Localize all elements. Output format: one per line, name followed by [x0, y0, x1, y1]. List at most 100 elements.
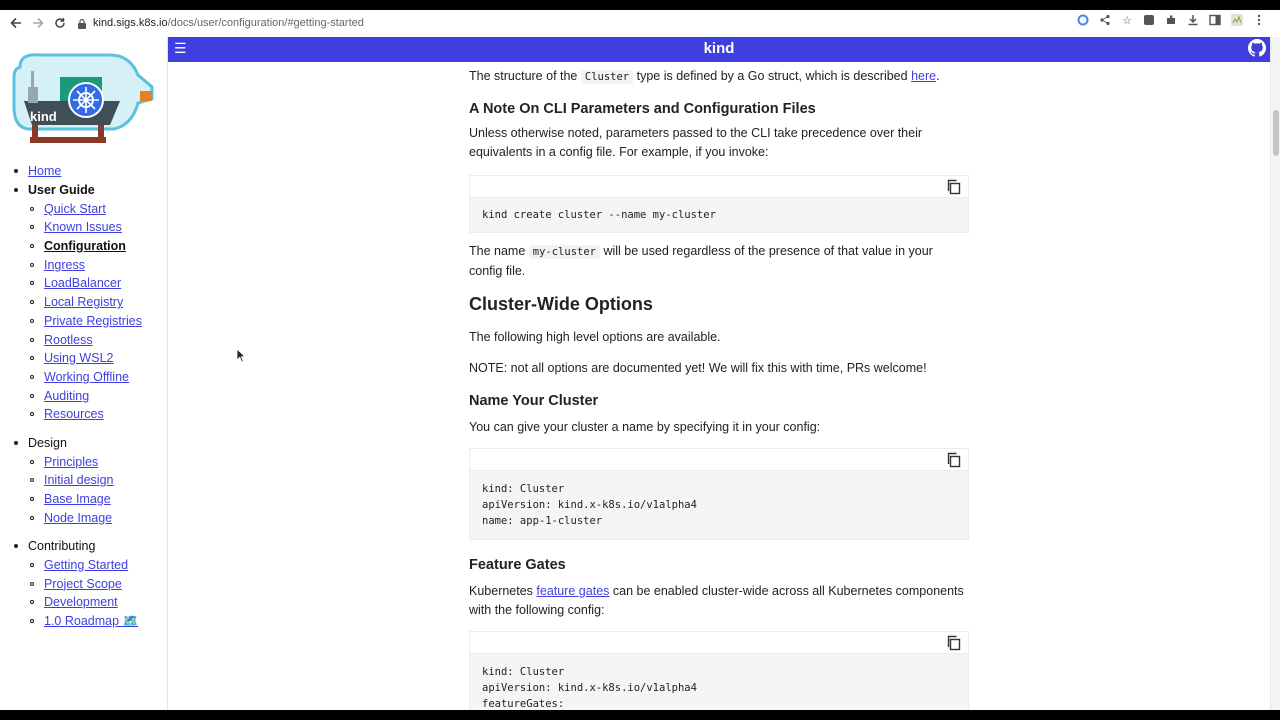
sidebar-item-auditing[interactable]: Auditing — [30, 386, 142, 405]
sidebar-item-known-issues[interactable]: Known Issues — [30, 218, 142, 237]
bullet-icon — [30, 412, 34, 417]
bullet-icon — [30, 515, 34, 520]
bullet-icon — [30, 300, 34, 305]
mouse-cursor-icon — [236, 348, 246, 363]
nav-group-design: Design Principles Initial design Base Im… — [14, 434, 142, 527]
bullet-icon — [30, 563, 34, 568]
puzzle-extensions-icon[interactable] — [1164, 13, 1178, 27]
bullet-icon — [30, 581, 34, 586]
inline-code: Cluster — [580, 70, 634, 84]
sidebar-item-development[interactable]: Development — [30, 593, 142, 612]
sidebar-item-initial-design[interactable]: Initial design — [30, 471, 142, 490]
sidebar-item-base-image[interactable]: Base Image — [30, 490, 142, 509]
feature-gates-heading: Feature Gates — [469, 557, 566, 573]
bullet-icon — [14, 440, 18, 445]
bullet-icon — [14, 188, 18, 193]
sidebar-item-working-offline[interactable]: Working Offline — [30, 368, 142, 387]
bullet-icon — [30, 600, 34, 605]
name-cluster-intro: You can give your cluster a name by spec… — [469, 420, 821, 434]
bullet-icon — [14, 544, 18, 549]
profile-avatar-icon[interactable] — [1230, 13, 1244, 27]
browser-extension-icons: ☆ — [1076, 13, 1266, 27]
sidebar-item-getting-started[interactable]: Getting Started — [30, 556, 142, 575]
sidebar-item-rootless[interactable]: Rootless — [30, 330, 142, 349]
name-paragraph: The name my-cluster will be used regardl… — [469, 244, 933, 278]
code-block-name: kind: Cluster apiVersion: kind.x-k8s.io/… — [469, 448, 969, 540]
sidebar-group-user-guide: User Guide — [14, 181, 142, 200]
site-header: ☰ kind — [168, 37, 1270, 62]
sidebar-item-using-wsl2[interactable]: Using WSL2 — [30, 349, 142, 368]
bullet-icon — [14, 169, 18, 174]
browser-window: kind.sigs.k8s.io/docs/user/configuration… — [0, 10, 1280, 710]
code-block-cli: kind create cluster --name my-cluster — [469, 175, 969, 233]
sidebar-item-node-image[interactable]: Node Image — [30, 508, 142, 527]
sidebar-item-private-registries[interactable]: Private Registries — [30, 312, 142, 331]
lock-icon — [78, 18, 86, 29]
bullet-icon — [30, 337, 34, 342]
copy-icon[interactable] — [946, 635, 962, 651]
logo-text: kind — [30, 109, 57, 124]
feature-gates-link[interactable]: feature gates — [536, 584, 609, 598]
bullet-icon — [30, 393, 34, 398]
intro-paragraph: The structure of the Cluster type is def… — [469, 69, 940, 84]
code-text: kind create cluster --name my-cluster — [482, 209, 716, 221]
address-bar[interactable]: kind.sigs.k8s.io/docs/user/configuration… — [77, 17, 364, 29]
bullet-icon — [30, 281, 34, 286]
code-block-feature-gates: kind: Cluster apiVersion: kind.x-k8s.io/… — [469, 631, 969, 710]
sidebar-item-local-registry[interactable]: Local Registry — [30, 293, 142, 312]
bullet-icon — [30, 459, 34, 464]
sidebar-group-design: Design — [14, 434, 142, 453]
sidebar-item-home[interactable]: Home — [14, 162, 142, 181]
bullet-icon — [30, 244, 34, 249]
more-menu-icon[interactable] — [1252, 13, 1266, 27]
kind-logo[interactable]: kind — [10, 47, 158, 152]
sidebar-item-project-scope[interactable]: Project Scope — [30, 574, 142, 593]
bookmark-star-icon[interactable]: ☆ — [1120, 13, 1134, 27]
note-paragraph: NOTE: not all options are documented yet… — [469, 361, 927, 375]
download-icon[interactable] — [1186, 13, 1200, 27]
page-scrollbar[interactable] — [1270, 37, 1280, 710]
cli-heading: A Note On CLI Parameters and Configurati… — [469, 101, 816, 117]
code-text: kind: Cluster apiVersion: kind.x-k8s.io/… — [482, 666, 697, 710]
sidebar-item-loadbalancer[interactable]: LoadBalancer — [30, 274, 142, 293]
sidebar: kind Home User Guide Quick Start Known I… — [0, 37, 168, 710]
feature-gates-paragraph: Kubernetes feature gates can be enabled … — [469, 584, 964, 617]
cli-paragraph: Unless otherwise noted, parameters passe… — [469, 126, 923, 159]
url-host: kind.sigs.k8s.io — [93, 17, 168, 29]
share-icon[interactable] — [1098, 13, 1112, 27]
bullet-icon — [30, 497, 34, 502]
copy-icon[interactable] — [946, 179, 962, 195]
forward-arrow-icon[interactable] — [27, 12, 49, 34]
extension-shield-icon[interactable] — [1142, 13, 1156, 27]
code-text: kind: Cluster apiVersion: kind.x-k8s.io/… — [482, 483, 697, 527]
bullet-icon — [30, 206, 34, 211]
docs-nav: Home User Guide Quick Start Known Issues… — [14, 162, 142, 641]
google-icon[interactable] — [1076, 13, 1090, 27]
cluster-wide-heading: Cluster-Wide Options — [469, 294, 653, 314]
sidebar-item-principles[interactable]: Principles — [30, 452, 142, 471]
side-panel-icon[interactable] — [1208, 13, 1222, 27]
nav-group-contributing: Contributing Getting Started Project Sco… — [14, 537, 142, 630]
copy-icon[interactable] — [946, 452, 962, 468]
bullet-icon — [30, 374, 34, 379]
bullet-icon — [30, 262, 34, 267]
cluster-wide-paragraph: The following high level options are ava… — [469, 330, 721, 344]
sidebar-item-roadmap[interactable]: 1.0 Roadmap 🗺️ — [30, 612, 142, 631]
reload-icon[interactable] — [49, 12, 71, 34]
sidebar-item-ingress[interactable]: Ingress — [30, 255, 142, 274]
sidebar-item-configuration[interactable]: Configuration — [30, 237, 142, 256]
github-icon[interactable] — [1248, 39, 1266, 57]
scrollbar-thumb[interactable] — [1273, 110, 1279, 156]
bullet-icon — [30, 356, 34, 361]
site-title[interactable]: kind — [168, 40, 1270, 57]
sidebar-group-contributing: Contributing — [14, 537, 142, 556]
bullet-icon — [30, 225, 34, 230]
sidebar-item-resources[interactable]: Resources — [30, 405, 142, 424]
back-arrow-icon[interactable] — [5, 12, 27, 34]
sidebar-item-quick-start[interactable]: Quick Start — [30, 199, 142, 218]
bullet-icon — [30, 619, 34, 624]
name-cluster-heading: Name Your Cluster — [469, 393, 599, 409]
bullet-icon — [30, 318, 34, 323]
here-link[interactable]: here — [911, 69, 936, 83]
bullet-icon — [30, 478, 34, 483]
